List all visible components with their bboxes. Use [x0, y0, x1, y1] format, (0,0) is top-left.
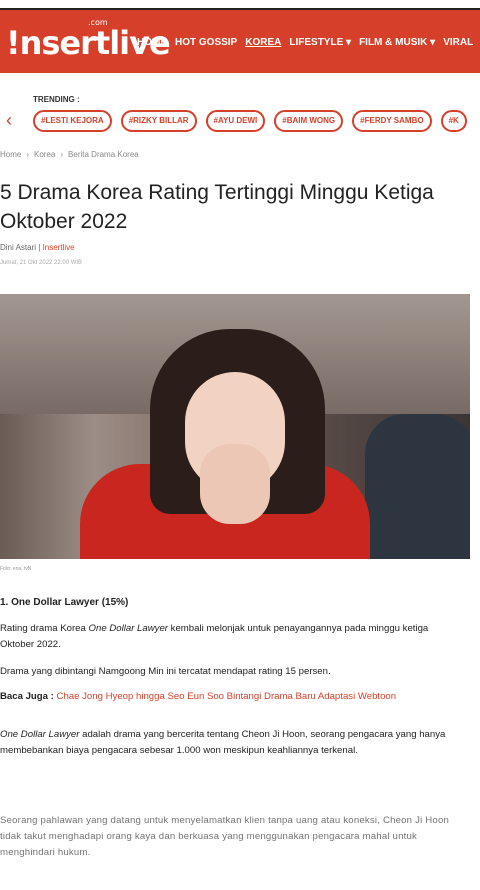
section-heading: 1. One Dollar Lawyer (15%) [0, 597, 129, 608]
trending-tag[interactable]: #FERDY SAMBO [352, 110, 432, 132]
baca-juga: Baca Juga : Chae Jong Hyeop hingga Seo E… [0, 691, 397, 702]
breadcrumb-home[interactable]: Home [0, 150, 21, 159]
nav-hot-gossip[interactable]: HOT GOSSIP [175, 37, 237, 48]
nav-viral[interactable]: VIRAL [443, 37, 473, 48]
top-strip [0, 0, 480, 8]
author-name[interactable]: Dini Astari [0, 243, 36, 252]
nav-korea[interactable]: KOREA [245, 37, 281, 48]
nav-home[interactable]: HOME [137, 37, 167, 48]
paragraph-2: Drama yang dibintangi Namgoong Min ini t… [0, 666, 331, 677]
breadcrumb-korea[interactable]: Korea [34, 150, 55, 159]
main-nav: HOME HOT GOSSIP KOREA LIFESTYLE ▾ FILM &… [137, 37, 480, 48]
chevron-left-icon[interactable]: ‹ [6, 110, 12, 131]
breadcrumb-berita[interactable]: Berita Drama Korea [68, 150, 139, 159]
chevron-right-icon: › [60, 150, 64, 159]
source-link[interactable]: Insertlive [43, 243, 75, 252]
nav-lifestyle[interactable]: LIFESTYLE ▾ [289, 37, 351, 48]
trending-tags: #LESTI KEJORA #RIZKY BILLAR #AYU DEWI #B… [33, 110, 467, 132]
paragraph-1: Rating drama Korea One Dollar Lawyer kem… [0, 623, 429, 650]
trending-tag[interactable]: #LESTI KEJORA [33, 110, 112, 132]
nav-film-musik[interactable]: FILM & MUSIK ▾ [359, 37, 435, 48]
site-header: !nsertlive .com HOME HOT GOSSIP KOREA LI… [0, 8, 480, 73]
byline: Dini Astari | Insertlive [0, 243, 75, 252]
hero-image [0, 294, 470, 559]
article-title: 5 Drama Korea Rating Tertinggi Minggu Ke… [0, 181, 434, 233]
paragraph-4: Seorang pahlawan yang datang untuk menye… [0, 815, 450, 858]
trending-tag[interactable]: #AYU DEWI [205, 110, 266, 132]
chevron-right-icon: › [26, 150, 30, 159]
trending-tag[interactable]: #K [440, 110, 467, 132]
logo-dotcom: .com [88, 18, 108, 27]
baca-juga-link[interactable]: Chae Jong Hyeop hingga Seo Eun Soo Binta… [57, 691, 397, 702]
trending-tag[interactable]: #RIZKY BILLAR [120, 110, 197, 132]
paragraph-3: One Dollar Lawyer adalah drama yang berc… [0, 729, 446, 756]
breadcrumb: Home › Korea › Berita Drama Korea [0, 150, 139, 159]
image-caption: Foto: ena, tvN [0, 566, 32, 572]
byline-separator: | [38, 243, 41, 252]
trending-tag[interactable]: #BAIM WONG [274, 110, 344, 132]
publish-date: Jumat, 21 Okt 2022 22:00 WIB [0, 260, 83, 266]
trending-label: TRENDING : [33, 95, 80, 104]
